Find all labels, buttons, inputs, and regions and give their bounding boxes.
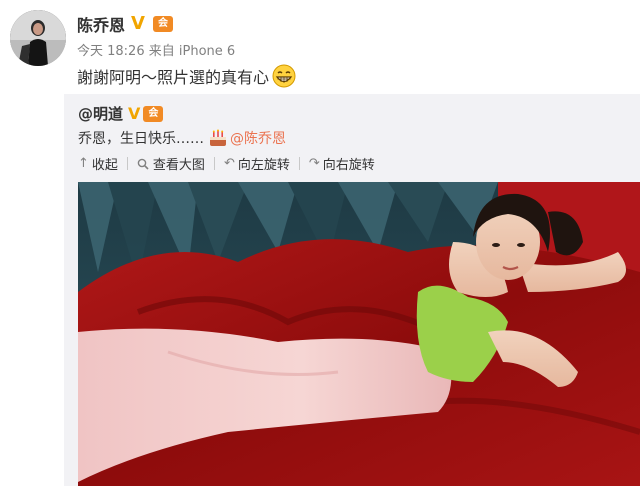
post-meta: 今天 18:26 来自 iPhone 6 [77,40,235,59]
verified-badge[interactable]: V [131,15,149,33]
toolbar-divider [213,157,215,170]
repost-text: 乔恩，生日快乐…… [78,131,204,147]
repost-verified-badge[interactable]: V [128,104,140,123]
post-source[interactable]: iPhone 6 [179,44,235,59]
vip-badge[interactable]: 会 [153,16,174,32]
rotate-left-button[interactable]: ↶ 向左旋转 [224,154,290,173]
post-photo[interactable] [78,182,640,486]
repost-text-block: 乔恩，生日快乐…… @陈乔恩 [78,128,286,148]
grin-emoji-icon [272,64,296,88]
mention-link[interactable]: @陈乔恩 [230,128,286,148]
repost-vip-badge[interactable]: 会 [143,105,164,122]
view-large-label: 查看大图 [152,158,205,173]
rotate-right-icon: ↷ [308,156,320,171]
rotate-right-button[interactable]: ↷ 向右旋转 [309,154,375,173]
collapse-label: 收起 [91,158,118,173]
view-large-button[interactable]: 查看大图 [137,154,205,173]
author-name[interactable]: 陈乔恩 [77,12,125,36]
cake-emoji-icon [210,129,226,146]
repost-box: @明道 V 会 乔恩，生日快乐…… @陈乔恩 ↑ 收起 查看大图 ↶ 向左旋转 … [64,94,640,486]
image-toolbar: ↑ 收起 查看大图 ↶ 向左旋转 ↷ 向右旋转 [78,154,375,173]
post-text-block: 謝謝阿明～照片選的真有心 [77,64,296,88]
arrow-up-icon: ↑ [78,156,89,171]
magnifier-icon [137,158,149,170]
rotate-right-label: 向右旋转 [322,158,375,173]
rotate-left-label: 向左旋转 [237,158,290,173]
post-text: 謝謝阿明～照片選的真有心 [77,68,270,87]
source-prefix: 来自 [148,44,175,59]
avatar[interactable] [10,10,66,66]
repost-author-name[interactable]: @明道 [78,103,123,124]
rotate-left-icon: ↶ [223,156,235,171]
post-time[interactable]: 今天 18:26 [77,44,145,59]
toolbar-divider [298,157,300,170]
collapse-button[interactable]: ↑ 收起 [78,154,118,173]
toolbar-divider [126,157,128,170]
